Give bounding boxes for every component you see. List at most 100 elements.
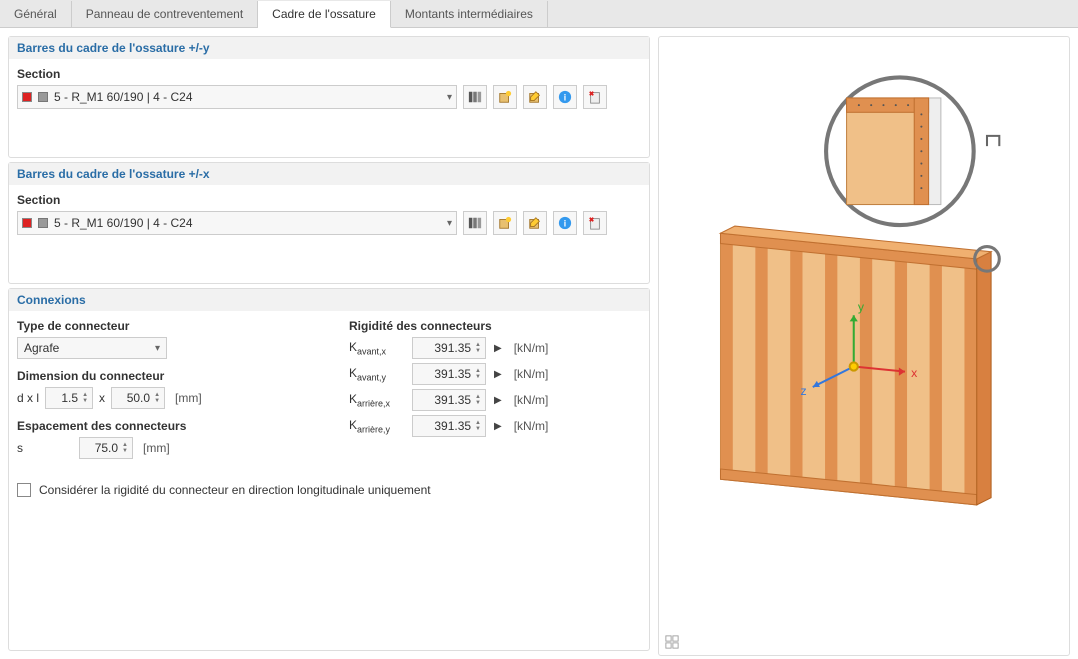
spacing-var: s xyxy=(17,441,29,455)
checkbox-row: Considérer la rigidité du connecteur en … xyxy=(17,483,641,497)
panel-frame-y: Barres du cadre de l'ossature +/-y Secti… xyxy=(8,36,650,158)
info-button[interactable]: i xyxy=(553,211,577,235)
section-dropdown-x[interactable]: 5 - R_M1 60/190 | 4 - C24 ▾ xyxy=(17,211,457,235)
delete-button[interactable] xyxy=(583,211,607,235)
new-section-button[interactable] xyxy=(493,211,517,235)
spacing-unit: [mm] xyxy=(143,441,170,455)
panel-frame-x: Barres du cadre de l'ossature +/-x Secti… xyxy=(8,162,650,284)
section-label-y: Section xyxy=(17,67,641,81)
spin-icon[interactable]: ▲▼ xyxy=(475,394,481,406)
rigid-unit-3: [kN/m] xyxy=(514,419,549,433)
spin-icon[interactable]: ▲▼ xyxy=(475,368,481,380)
section-value-y: 5 - R_M1 60/190 | 4 - C24 xyxy=(54,90,441,104)
edit-section-button[interactable] xyxy=(523,211,547,235)
section-value-x: 5 - R_M1 60/190 | 4 - C24 xyxy=(54,216,441,230)
spacing-value: 75.0 xyxy=(84,441,118,455)
rigid-val-0: 391.35 xyxy=(417,341,471,355)
dim-d-value: 1.5 xyxy=(50,391,78,405)
apply-button[interactable]: ▶ xyxy=(494,369,502,380)
panel-connections: Connexions Type de connecteur Agrafe ▾ xyxy=(8,288,650,651)
connector-type-select[interactable]: Agrafe ▾ xyxy=(17,337,167,359)
left-column: Barres du cadre de l'ossature +/-y Secti… xyxy=(0,28,650,659)
rigid-unit-0: [kN/m] xyxy=(514,341,549,355)
tab-montants[interactable]: Montants intermédiaires xyxy=(391,1,548,28)
spacing-label: Espacement des connecteurs xyxy=(17,419,309,433)
axis-x-label: x xyxy=(911,366,918,380)
rigid-input-1[interactable]: 391.35 ▲▼ xyxy=(412,363,486,385)
library-button[interactable] xyxy=(463,85,487,109)
spin-icon[interactable]: ▲▼ xyxy=(82,392,88,404)
rigid-input-3[interactable]: 391.35 ▲▼ xyxy=(412,415,486,437)
panel-frame-y-title: Barres du cadre de l'ossature +/-y xyxy=(9,37,649,59)
section-row-x: 5 - R_M1 60/190 | 4 - C24 ▾ i xyxy=(17,211,641,235)
svg-text:i: i xyxy=(564,93,566,103)
library-button[interactable] xyxy=(463,211,487,235)
section-dropdown-y[interactable]: 5 - R_M1 60/190 | 4 - C24 ▾ xyxy=(17,85,457,109)
rigid-row-2: Karrière,x 391.35 ▲▼ ▶ [kN/m] xyxy=(349,389,641,411)
tab-general[interactable]: Général xyxy=(0,1,72,28)
connector-dim-label: Dimension du connecteur xyxy=(17,369,309,383)
staple-icon xyxy=(987,136,999,146)
rigid-row-1: Kavant,y 391.35 ▲▼ ▶ [kN/m] xyxy=(349,363,641,385)
panel-y-body: Section 5 - R_M1 60/190 | 4 - C24 ▾ i xyxy=(9,59,649,157)
swatch-red-icon xyxy=(22,218,32,228)
right-column: x y z xyxy=(650,28,1078,659)
new-section-button[interactable] xyxy=(493,85,517,109)
dim-l-input[interactable]: 50.0 ▲▼ xyxy=(111,387,165,409)
connector-type-label: Type de connecteur xyxy=(17,319,309,333)
connections-left-col: Type de connecteur Agrafe ▾ Dimension du… xyxy=(17,319,309,469)
swatch-gray-icon xyxy=(38,92,48,102)
connections-right-col: Rigidité des connecteurs Kavant,x 391.35… xyxy=(349,319,641,469)
connector-type-value: Agrafe xyxy=(24,341,59,355)
dim-sep: x xyxy=(99,391,105,405)
rigid-val-2: 391.35 xyxy=(417,393,471,407)
rigid-key-2: Karrière,x xyxy=(349,392,404,408)
viewport-3d[interactable]: x y z xyxy=(658,36,1070,656)
info-button[interactable]: i xyxy=(553,85,577,109)
rigid-row-0: Kavant,x 391.35 ▲▼ ▶ [kN/m] xyxy=(349,337,641,359)
rigid-val-3: 391.35 xyxy=(417,419,471,433)
spin-icon[interactable]: ▲▼ xyxy=(475,342,481,354)
tab-bar: Général Panneau de contreventement Cadre… xyxy=(0,0,1078,28)
viewport-svg: x y z xyxy=(659,37,1069,655)
rigid-unit-2: [kN/m] xyxy=(514,393,549,407)
spin-icon[interactable]: ▲▼ xyxy=(475,420,481,432)
axis-z-label: z xyxy=(800,384,806,398)
apply-button[interactable]: ▶ xyxy=(494,421,502,432)
swatch-gray-icon xyxy=(38,218,48,228)
rigid-row-3: Karrière,y 391.35 ▲▼ ▶ [kN/m] xyxy=(349,415,641,437)
chevron-down-icon: ▾ xyxy=(447,92,452,103)
delete-button[interactable] xyxy=(583,85,607,109)
apply-button[interactable]: ▶ xyxy=(494,343,502,354)
section-label-x: Section xyxy=(17,193,641,207)
longitudinal-checkbox-label: Considérer la rigidité du connecteur en … xyxy=(39,483,431,497)
svg-text:i: i xyxy=(564,219,566,229)
rigidity-label: Rigidité des connecteurs xyxy=(349,319,641,333)
section-row-y: 5 - R_M1 60/190 | 4 - C24 ▾ i xyxy=(17,85,641,109)
tab-panneau[interactable]: Panneau de contreventement xyxy=(72,1,258,28)
rigid-key-3: Karrière,y xyxy=(349,418,404,434)
rigid-input-2[interactable]: 391.35 ▲▼ xyxy=(412,389,486,411)
axis-y-label: y xyxy=(858,300,865,314)
edit-section-button[interactable] xyxy=(523,85,547,109)
chevron-down-icon: ▾ xyxy=(447,218,452,229)
viewport-corner-icon[interactable] xyxy=(665,635,679,649)
apply-button[interactable]: ▶ xyxy=(494,395,502,406)
swatch-red-icon xyxy=(22,92,32,102)
longitudinal-checkbox[interactable] xyxy=(17,483,31,497)
panel-x-body: Section 5 - R_M1 60/190 | 4 - C24 ▾ i xyxy=(9,185,649,283)
dim-unit: [mm] xyxy=(175,391,202,405)
panel-frame-x-title: Barres du cadre de l'ossature +/-x xyxy=(9,163,649,185)
tab-cadre[interactable]: Cadre de l'ossature xyxy=(258,1,391,28)
spin-icon[interactable]: ▲▼ xyxy=(154,392,160,404)
rigid-key-1: Kavant,y xyxy=(349,366,404,382)
dim-l-value: 50.0 xyxy=(116,391,150,405)
rigid-key-0: Kavant,x xyxy=(349,340,404,356)
spacing-input[interactable]: 75.0 ▲▼ xyxy=(79,437,133,459)
dim-d-input[interactable]: 1.5 ▲▼ xyxy=(45,387,93,409)
spin-icon[interactable]: ▲▼ xyxy=(122,442,128,454)
panel-connections-body: Type de connecteur Agrafe ▾ Dimension du… xyxy=(9,311,649,505)
rigid-unit-1: [kN/m] xyxy=(514,367,549,381)
rigid-input-0[interactable]: 391.35 ▲▼ xyxy=(412,337,486,359)
panel-connections-title: Connexions xyxy=(9,289,649,311)
